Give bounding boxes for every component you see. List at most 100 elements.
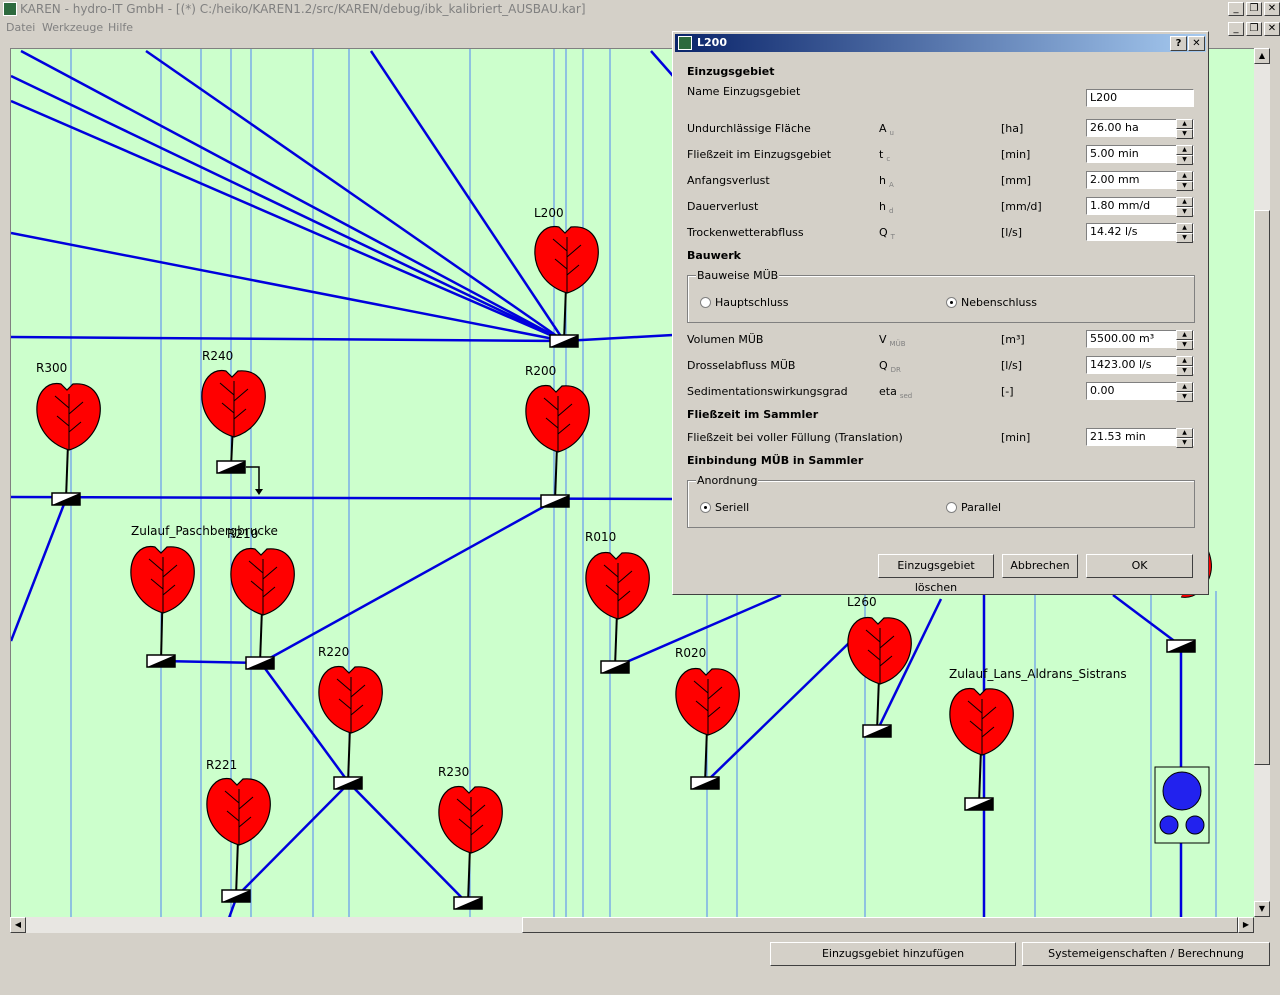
node-label-l200: L200 (534, 206, 564, 220)
radio-seriell[interactable] (700, 502, 711, 513)
close-icon[interactable]: ✕ (1264, 2, 1280, 16)
radio-hauptschluss[interactable] (700, 297, 711, 308)
mdi-minimize-icon[interactable]: _ (1228, 22, 1244, 36)
outlet-box-icon (146, 654, 176, 668)
restore-icon[interactable]: ❐ (1246, 2, 1262, 16)
catchment-tree-icon (525, 385, 590, 502)
system-properties-button[interactable]: Systemeigenschaften / Berechnung (1022, 942, 1270, 966)
param-unit: [ha] (1001, 122, 1024, 135)
param-spinner[interactable]: ▲ ▼ (1176, 356, 1193, 376)
dialog-app-icon (678, 36, 692, 50)
scroll-left-icon[interactable]: ◀ (10, 917, 26, 933)
param-label: Sedimentationswirkungsgrad (687, 385, 848, 398)
mdi-close-icon[interactable]: ✕ (1264, 22, 1280, 36)
catchment-dialog: L200 ? ✕ Einzugsgebiet Name Einzugsgebie… (672, 31, 1209, 595)
menu-datei[interactable]: Datei (6, 21, 35, 34)
section-einzugsgebiet: Einzugsgebiet (687, 65, 775, 78)
node-label-r221: R221 (206, 758, 237, 772)
param-unit: [mm/d] (1001, 200, 1042, 213)
radio-nebenschluss-label: Nebenschluss (961, 296, 1037, 309)
param-symbol: Q DR (879, 359, 901, 375)
node-label-r300: R300 (36, 361, 67, 375)
outlet-box-icon (549, 334, 579, 348)
param-symbol: tc (879, 148, 891, 164)
vertical-scroll-thumb[interactable] (1254, 210, 1270, 765)
outlet-box-icon (453, 896, 483, 910)
node-label-r020: R020 (675, 646, 706, 660)
param-symbol: hA (879, 174, 894, 190)
param-symbol: hd (879, 200, 894, 216)
param-spinner[interactable]: ▲ ▼ (1176, 119, 1193, 139)
scroll-right-icon[interactable]: ▶ (1238, 917, 1254, 933)
menu-hilfe[interactable]: Hilfe (108, 21, 133, 34)
menu-werkzeuge[interactable]: Werkzeuge (42, 21, 103, 34)
param-spinner[interactable]: ▲ ▼ (1176, 330, 1193, 350)
catchment-tree-icon (585, 552, 650, 668)
catchment-tree-icon (230, 548, 295, 664)
param-spinner[interactable]: ▲ ▼ (1176, 382, 1193, 402)
catchment-tree-icon (534, 226, 599, 342)
catchment-tree-icon (675, 668, 740, 784)
param-spinner[interactable]: ▲ ▼ (1176, 197, 1193, 217)
app-icon (3, 2, 17, 16)
param-symbol: Au (879, 122, 894, 138)
name-label: Name Einzugsgebiet (687, 85, 801, 98)
outlet-box-icon (862, 724, 892, 738)
outlet-box-icon (51, 492, 81, 506)
node-label-zulauf-lans: Zulauf_Lans_Aldrans_Sistrans (949, 667, 1127, 681)
catchment-tree-icon (130, 546, 195, 662)
fliesszeit-unit: [min] (1001, 431, 1031, 444)
fliesszeit-label: Fließzeit bei voller Füllung (Translatio… (687, 431, 903, 444)
outlet-box-icon (1166, 639, 1196, 653)
scroll-down-icon[interactable]: ▼ (1254, 901, 1270, 917)
name-field[interactable]: L200 (1086, 89, 1194, 107)
minimize-icon[interactable]: _ (1228, 2, 1244, 16)
param-spinner[interactable]: ▲ ▼ (1176, 223, 1193, 243)
param-label: Undurchlässige Fläche (687, 122, 811, 135)
outlet-box-icon (216, 460, 246, 474)
outlet-box-icon (245, 656, 275, 670)
outlet-box-icon (690, 776, 720, 790)
catchment-tree-icon (36, 383, 101, 500)
param-unit: [-] (1001, 385, 1014, 398)
param-spinner[interactable]: ▲ ▼ (1176, 145, 1193, 165)
radio-hauptschluss-label: Hauptschluss (715, 296, 789, 309)
ok-button[interactable]: OK (1086, 554, 1193, 578)
catchment-tree-icon (206, 778, 271, 897)
catchment-tree-icon (847, 617, 912, 732)
vertical-scrollbar[interactable]: ▲ ▼ (1254, 48, 1270, 917)
node-label-r240: R240 (202, 349, 233, 363)
param-spinner[interactable]: ▲ ▼ (1176, 171, 1193, 191)
radio-parallel-label: Parallel (961, 501, 1002, 514)
param-symbol: QT (879, 226, 895, 242)
anordnung-legend: Anordnung (696, 474, 759, 487)
catchment-tree-icon (318, 666, 383, 784)
help-icon[interactable]: ? (1170, 36, 1187, 51)
param-label: Anfangsverlust (687, 174, 770, 187)
mdi-restore-icon[interactable]: ❐ (1246, 22, 1262, 36)
node-label-r200: R200 (525, 364, 556, 378)
delete-catchment-button[interactable]: Einzugsgebiet löschen (878, 554, 994, 594)
horizontal-scrollbar[interactable]: ◀ ▶ (10, 917, 1254, 933)
param-label: Drosselabfluss MÜB (687, 359, 796, 372)
outlet-box-icon (600, 660, 630, 674)
horizontal-scroll-thumb[interactable] (522, 917, 1238, 933)
fliesszeit-spinner[interactable]: ▲ ▼ (1176, 428, 1193, 448)
node-label-l260: L260 (847, 595, 877, 609)
radio-parallel[interactable] (946, 502, 957, 513)
node-label-r010: R010 (585, 530, 616, 544)
scroll-up-icon[interactable]: ▲ (1254, 48, 1270, 64)
outlet-box-icon (964, 797, 994, 811)
dialog-close-icon[interactable]: ✕ (1188, 36, 1205, 51)
radio-nebenschluss[interactable] (946, 297, 957, 308)
add-catchment-button[interactable]: Einzugsgebiet hinzufügen (770, 942, 1016, 966)
outlet-box-icon (333, 776, 363, 790)
outlet-box-icon (540, 494, 570, 508)
param-unit: [m³] (1001, 333, 1025, 346)
cancel-button[interactable]: Abbrechen (1002, 554, 1078, 578)
dialog-title-bar[interactable]: L200 ? ✕ (675, 34, 1206, 52)
catchment-tree-icon (949, 688, 1014, 805)
bauweise-group: Bauweise MÜB Hauptschluss Nebenschluss (687, 269, 1195, 323)
title-bar: KAREN - hydro-IT GmbH - [(*) C:/heiko/KA… (0, 0, 1280, 18)
node-label-r210: R210 (227, 527, 258, 541)
